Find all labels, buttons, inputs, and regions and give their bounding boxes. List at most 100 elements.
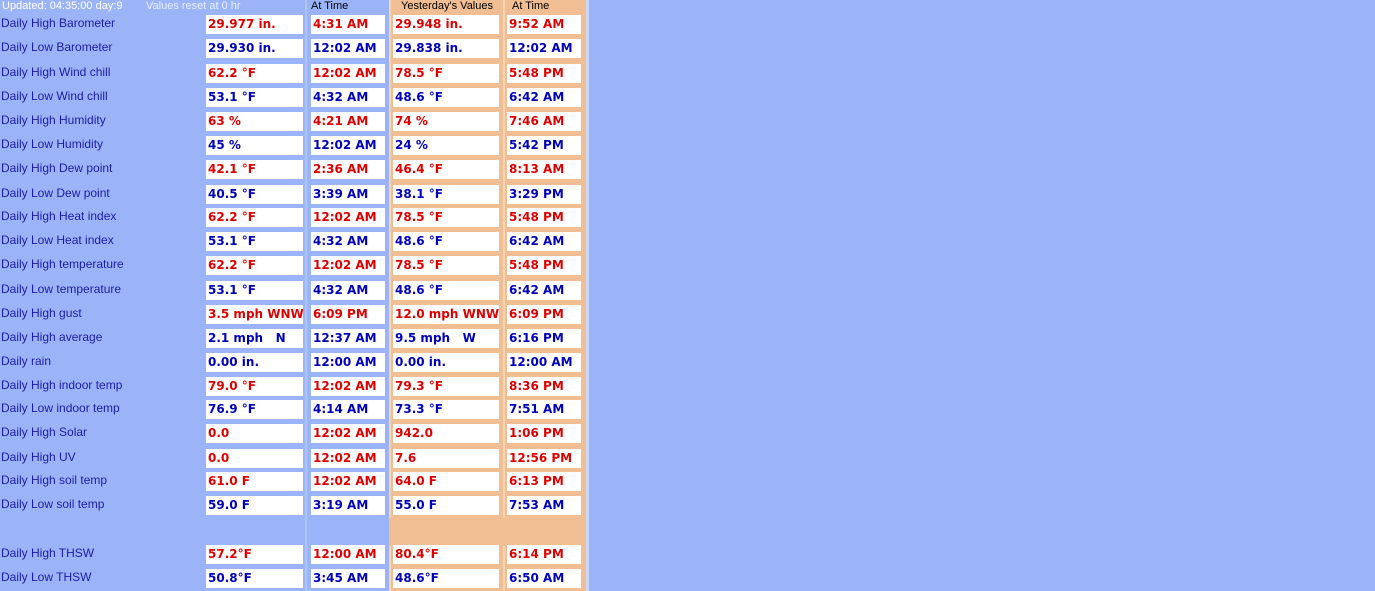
today-time: 4:14 AM (311, 400, 385, 419)
yesterday-value: 74 % (393, 112, 499, 131)
yesterday-value: 73.3 °F (393, 400, 499, 419)
yesterday-value: 48.6 °F (393, 281, 499, 300)
yesterday-time: 6:14 PM (507, 545, 581, 564)
today-value: 42.1 °F (206, 160, 303, 179)
table-row: Daily High average 2.1 mph N 12:37 AM 9.… (0, 329, 586, 348)
today-value: 2.1 mph N (206, 329, 303, 348)
table-row: Daily Low Humidity 45 % 12:02 AM 24 % 5:… (0, 136, 586, 155)
yesterday-value: 55.0 F (393, 496, 499, 515)
today-value: 79.0 °F (206, 377, 303, 396)
yesterday-time: 6:16 PM (507, 329, 581, 348)
today-value: 62.2 °F (206, 256, 303, 275)
row-label: Daily High Wind chill (1, 65, 111, 79)
row-label: Daily High temperature (1, 257, 124, 271)
row-label: Daily Low Wind chill (1, 89, 108, 103)
today-value: 0.0 (206, 449, 303, 468)
table-row: Daily Low temperature 53.1 °F 4:32 AM 48… (0, 281, 586, 300)
table-row: Daily High Heat index 62.2 °F 12:02 AM 7… (0, 208, 586, 227)
yesterday-time: 7:46 AM (507, 112, 581, 131)
today-time: 12:37 AM (311, 329, 385, 348)
row-label: Daily Low Dew point (1, 186, 110, 200)
today-time: 12:02 AM (311, 377, 385, 396)
row-label: Daily High Solar (1, 425, 88, 439)
today-value: 62.2 °F (206, 64, 303, 83)
table-row: Daily Low THSW 50.8°F 3:45 AM 48.6°F 6:5… (0, 569, 586, 588)
table-row: Daily High Humidity 63 % 4:21 AM 74 % 7:… (0, 112, 586, 131)
today-time: 4:31 AM (311, 15, 385, 34)
yesterday-time: 6:42 AM (507, 232, 581, 251)
today-time: 3:39 AM (311, 185, 385, 204)
today-value: 76.9 °F (206, 400, 303, 419)
yesterday-value: 78.5 °F (393, 256, 499, 275)
yesterday-value: 24 % (393, 136, 499, 155)
yesterday-value: 46.4 °F (393, 160, 499, 179)
row-label: Daily High Dew point (1, 161, 113, 175)
yesterday-value: 9.5 mph W (393, 329, 499, 348)
yesterday-time: 7:53 AM (507, 496, 581, 515)
today-time: 3:45 AM (311, 569, 385, 588)
today-time: 12:02 AM (311, 449, 385, 468)
today-value: 53.1 °F (206, 232, 303, 251)
row-label: Daily Low THSW (1, 570, 92, 584)
table-row: Daily High Dew point 42.1 °F 2:36 AM 46.… (0, 160, 586, 179)
row-label: Daily High soil temp (1, 473, 108, 487)
today-value: 61.0 F (206, 472, 303, 491)
table-row: Daily High indoor temp 79.0 °F 12:02 AM … (0, 377, 586, 396)
yesterday-time: 12:00 AM (507, 353, 581, 372)
yesterday-time: 5:48 PM (507, 256, 581, 275)
row-label: Daily High Humidity (1, 113, 106, 127)
today-value: 0.00 in. (206, 353, 303, 372)
today-value: 62.2 °F (206, 208, 303, 227)
table-row: Daily rain 0.00 in. 12:00 AM 0.00 in. 12… (0, 353, 586, 372)
row-label: Daily Low temperature (1, 282, 122, 296)
table-row: Daily Low soil temp 59.0 F 3:19 AM 55.0 … (0, 496, 586, 515)
row-label: Daily High THSW (1, 546, 95, 560)
row-label: Daily Low Barometer (1, 40, 113, 54)
today-at-time-header: At Time (311, 0, 349, 12)
yesterday-value: 78.5 °F (393, 64, 499, 83)
table-row: Daily High Wind chill 62.2 °F 12:02 AM 7… (0, 64, 586, 83)
today-time: 6:09 PM (311, 305, 385, 324)
yesterday-value: 29.948 in. (393, 15, 499, 34)
yesterday-time: 1:06 PM (507, 424, 581, 443)
yesterday-time: 5:48 PM (507, 208, 581, 227)
yesterday-value: 48.6 °F (393, 232, 499, 251)
yesterday-value: 7.6 (393, 449, 499, 468)
today-time: 12:00 AM (311, 545, 385, 564)
yesterday-time: 3:29 PM (507, 185, 581, 204)
row-label: Daily Low soil temp (1, 497, 105, 511)
today-value: 59.0 F (206, 496, 303, 515)
yesterday-at-time-header: At Time (512, 0, 550, 12)
today-value: 63 % (206, 112, 303, 131)
today-time: 3:19 AM (311, 496, 385, 515)
today-value: 40.5 °F (206, 185, 303, 204)
today-time: 12:02 AM (311, 256, 385, 275)
yesterday-value: 38.1 °F (393, 185, 499, 204)
section-gap (389, 518, 586, 546)
today-time: 4:32 AM (311, 281, 385, 300)
yesterday-value: 942.0 (393, 424, 499, 443)
yesterday-time: 12:02 AM (507, 39, 581, 58)
today-time: 12:00 AM (311, 353, 385, 372)
row-label: Daily High indoor temp (1, 378, 123, 392)
row-label: Daily High gust (1, 306, 82, 320)
yesterday-time: 12:56 PM (507, 449, 581, 468)
yesterday-value: 80.4°F (393, 545, 499, 564)
table-row: Daily High temperature 62.2 °F 12:02 AM … (0, 256, 586, 275)
yesterday-value: 29.838 in. (393, 39, 499, 58)
today-time: 12:02 AM (311, 39, 385, 58)
yesterday-time: 8:13 AM (507, 160, 581, 179)
today-value: 29.930 in. (206, 39, 303, 58)
yesterday-value: 0.00 in. (393, 353, 499, 372)
yesterday-values-header: Yesterday's Values (401, 0, 493, 12)
table-row: Daily High soil temp 61.0 F 12:02 AM 64.… (0, 472, 586, 491)
table-row: Daily High UV 0.0 12:02 AM 7.6 12:56 PM (0, 449, 586, 468)
today-time: 2:36 AM (311, 160, 385, 179)
row-label: Daily Low Heat index (1, 233, 114, 247)
row-label: Daily High UV (1, 450, 76, 464)
row-label: Daily Low Humidity (1, 137, 104, 151)
table-row: Daily Low Wind chill 53.1 °F 4:32 AM 48.… (0, 88, 586, 107)
yesterday-value: 48.6°F (393, 569, 499, 588)
table-row: Daily High Barometer 29.977 in. 4:31 AM … (0, 15, 586, 34)
table-row: Daily High gust 3.5 mph WNW 6:09 PM 12.0… (0, 305, 586, 324)
